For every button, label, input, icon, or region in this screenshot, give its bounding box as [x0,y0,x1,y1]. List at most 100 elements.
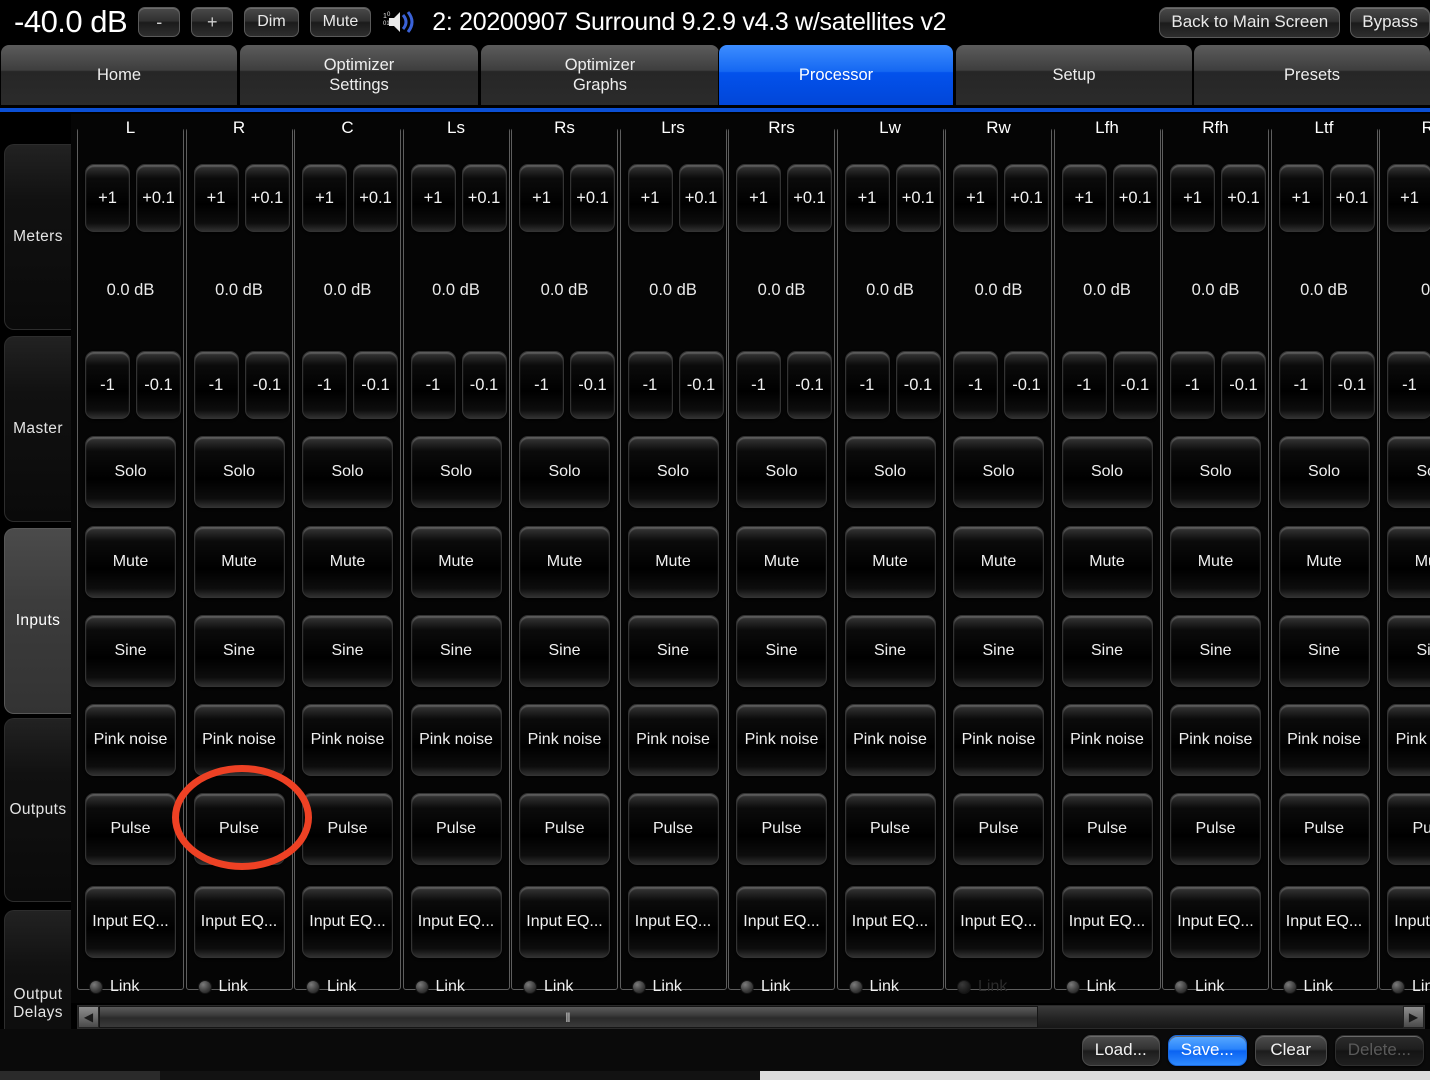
pink-noise-button[interactable]: Pink noise [410,704,502,776]
load-button[interactable]: Load... [1081,1034,1160,1066]
gain-increment-fine-button[interactable]: +0.1 [136,164,181,232]
sine-button[interactable]: Sine [736,615,827,687]
volume-increment-button[interactable]: + [191,7,234,37]
input-eq-button[interactable]: Input EQ... [736,886,827,958]
link-checkbox[interactable]: Link [731,974,834,1000]
gain-decrement-fine-button[interactable]: -0.1 [1221,351,1266,419]
mute-button[interactable]: Mute [1278,526,1370,598]
gain-increment-fine-button[interactable]: +0.1 [1329,164,1375,232]
scrollbar-track[interactable]: ‖ [99,1006,1403,1028]
scroll-left-arrow-icon[interactable]: ◀ [78,1006,99,1028]
pink-noise-button[interactable]: Pink noise [1061,704,1153,776]
solo-button[interactable]: Solo [953,436,1044,508]
tab-home[interactable]: Home [0,44,238,106]
gain-increment-fine-button[interactable]: +0.1 [244,164,290,232]
input-eq-button[interactable]: Input EQ... [519,886,610,958]
mute-button[interactable]: Mute [85,526,176,598]
sine-button[interactable]: Sine [302,615,393,687]
gain-increment-coarse-button[interactable]: +1 [85,164,130,232]
gain-increment-fine-button[interactable]: +0.1 [1221,164,1266,232]
sine-button[interactable]: Sine [193,615,285,687]
gain-increment-coarse-button[interactable]: +1 [1387,164,1430,232]
input-eq-button[interactable]: Input EQ... [410,886,502,958]
sine-button[interactable]: Sine [410,615,502,687]
gain-decrement-fine-button[interactable]: -0.1 [353,351,398,419]
pulse-button[interactable]: Pulse [627,793,719,865]
sine-button[interactable]: Sine [85,615,176,687]
solo-button[interactable]: Solo [736,436,827,508]
gain-decrement-coarse-button[interactable]: -1 [519,351,564,419]
gain-increment-coarse-button[interactable]: +1 [627,164,673,232]
pulse-button[interactable]: Pulse [1278,793,1370,865]
pink-noise-button[interactable]: Pink noise [736,704,827,776]
gain-decrement-fine-button[interactable]: -0.1 [461,351,507,419]
sine-button[interactable]: Sine [953,615,1044,687]
pink-noise-button[interactable]: Pink noise [953,704,1044,776]
mute-button[interactable]: Mute [519,526,610,598]
link-checkbox[interactable]: Link [297,974,400,1000]
clear-button[interactable]: Clear [1254,1034,1327,1066]
gain-decrement-coarse-button[interactable]: -1 [627,351,673,419]
scroll-right-arrow-icon[interactable]: ▶ [1403,1006,1424,1028]
input-eq-button[interactable]: Input EQ... [302,886,393,958]
solo-button[interactable]: Solo [519,436,610,508]
save-button[interactable]: Save... [1167,1034,1247,1066]
sidebar-item-inputs[interactable]: Inputs [4,528,71,714]
pink-noise-button[interactable]: Pink noise [302,704,393,776]
gain-increment-fine-button[interactable]: +0.1 [1112,164,1158,232]
input-eq-button[interactable]: Input EQ... [1387,886,1430,958]
gain-increment-fine-button[interactable]: +0.1 [570,164,615,232]
solo-button[interactable]: Solo [1387,436,1430,508]
sine-button[interactable]: Sine [1278,615,1370,687]
gain-increment-coarse-button[interactable]: +1 [953,164,998,232]
pulse-button[interactable]: Pulse [844,793,936,865]
input-eq-button[interactable]: Input EQ... [1061,886,1153,958]
sine-button[interactable]: Sine [519,615,610,687]
sine-button[interactable]: Sine [1061,615,1153,687]
gain-decrement-coarse-button[interactable]: -1 [1387,351,1430,419]
gain-decrement-coarse-button[interactable]: -1 [302,351,347,419]
mute-button[interactable]: Mute [309,7,372,37]
pink-noise-button[interactable]: Pink noise [844,704,936,776]
gain-decrement-coarse-button[interactable]: -1 [85,351,130,419]
pink-noise-button[interactable]: Pink noise [85,704,176,776]
sidebar-item-outputs[interactable]: Outputs [4,718,71,902]
solo-button[interactable]: Solo [410,436,502,508]
mute-button[interactable]: Mute [302,526,393,598]
gain-decrement-coarse-button[interactable]: -1 [736,351,781,419]
gain-decrement-coarse-button[interactable]: -1 [1061,351,1107,419]
sidebar-item-meters[interactable]: Meters [4,144,71,330]
pink-noise-button[interactable]: Pink noise [1278,704,1370,776]
pulse-button[interactable]: Pulse [736,793,827,865]
sine-button[interactable]: Sine [1170,615,1261,687]
gain-decrement-fine-button[interactable]: -0.1 [1112,351,1158,419]
pulse-button[interactable]: Pulse [193,793,285,865]
gain-decrement-coarse-button[interactable]: -1 [953,351,998,419]
tab-presets[interactable]: Presets [1193,44,1430,106]
gain-decrement-coarse-button[interactable]: -1 [844,351,890,419]
sine-button[interactable]: Sine [627,615,719,687]
bypass-button[interactable]: Bypass [1350,6,1430,38]
pulse-button[interactable]: Pulse [85,793,176,865]
input-eq-button[interactable]: Input EQ... [1170,886,1261,958]
gain-decrement-coarse-button[interactable]: -1 [193,351,239,419]
pink-noise-button[interactable]: Pink noise [519,704,610,776]
mute-button[interactable]: Mute [1387,526,1430,598]
pulse-button[interactable]: Pulse [410,793,502,865]
gain-increment-coarse-button[interactable]: +1 [519,164,564,232]
pink-noise-button[interactable]: Pink noise [1170,704,1261,776]
gain-decrement-fine-button[interactable]: -0.1 [678,351,724,419]
gain-increment-coarse-button[interactable]: +1 [1170,164,1215,232]
link-checkbox[interactable]: Link [840,974,943,1000]
mute-button[interactable]: Mute [1061,526,1153,598]
scrollbar-thumb[interactable]: ‖ [99,1006,1038,1028]
solo-button[interactable]: Solo [85,436,176,508]
mute-button[interactable]: Mute [953,526,1044,598]
gain-decrement-coarse-button[interactable]: -1 [1170,351,1215,419]
gain-decrement-fine-button[interactable]: -0.1 [895,351,941,419]
back-to-main-screen-button[interactable]: Back to Main Screen [1159,6,1341,38]
gain-decrement-coarse-button[interactable]: -1 [410,351,456,419]
link-checkbox[interactable]: Link [1165,974,1268,1000]
pink-noise-button[interactable]: Pink noise [627,704,719,776]
tab-optimizer-settings[interactable]: Optimizer Settings [239,44,479,106]
